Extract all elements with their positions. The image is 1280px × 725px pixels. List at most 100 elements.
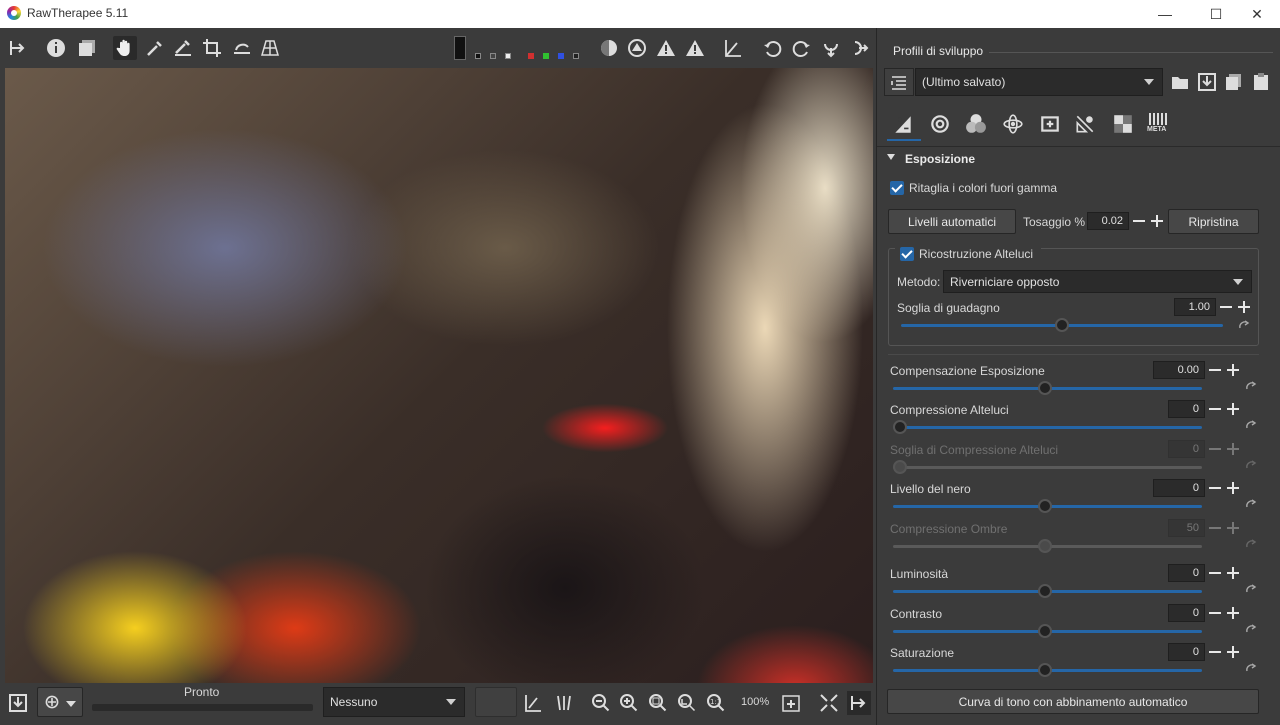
info-icon[interactable] [44, 36, 68, 60]
straighten-icon[interactable] [230, 36, 254, 60]
auto-levels-button[interactable]: Livelli automatici [888, 209, 1016, 234]
tab-color[interactable] [960, 110, 992, 138]
plus-icon[interactable] [1149, 212, 1165, 230]
profile-mode-icon[interactable] [884, 68, 914, 96]
rotate-right-icon[interactable] [789, 36, 813, 60]
luminance-icon[interactable] [573, 53, 579, 59]
load-profile-icon[interactable] [1168, 70, 1192, 94]
copy-profile-icon[interactable] [1222, 70, 1246, 94]
reset-icon[interactable] [1245, 381, 1257, 391]
slider-spinner[interactable]: 50 [1168, 519, 1241, 537]
channel-r-icon[interactable] [528, 53, 534, 59]
focus-mask-icon[interactable] [597, 36, 621, 60]
slider-spinner[interactable]: 0 [1168, 604, 1241, 622]
minus-icon[interactable] [1207, 400, 1223, 418]
hl-recon-checkbox[interactable] [900, 247, 914, 261]
reset-icon[interactable] [1245, 624, 1257, 634]
bg-white-swatch[interactable] [505, 53, 511, 59]
reset-icon[interactable] [1245, 663, 1257, 673]
reset-icon[interactable] [1245, 420, 1257, 430]
reset-icon[interactable] [1245, 499, 1257, 509]
plus-icon[interactable] [1236, 298, 1252, 316]
flip-horizontal-icon[interactable] [847, 36, 871, 60]
minus-icon[interactable] [1207, 643, 1223, 661]
slider-knob[interactable] [893, 420, 907, 434]
slider-value[interactable]: 50 [1168, 519, 1205, 537]
zoom-fit-icon[interactable] [646, 691, 670, 715]
color-picker-icon[interactable] [143, 36, 167, 60]
plus-icon[interactable] [1225, 400, 1241, 418]
slider-spinner[interactable]: 0 [1153, 479, 1241, 497]
slider-spinner[interactable]: 0 [1168, 440, 1241, 458]
save-profile-icon[interactable] [1195, 70, 1219, 94]
maximize-button[interactable]: ☐ [1193, 0, 1239, 28]
image-preview[interactable] [5, 68, 873, 704]
plus-icon[interactable] [1225, 564, 1241, 582]
warning-clip-icon[interactable] [683, 36, 707, 60]
minus-icon[interactable] [1207, 440, 1223, 458]
lock-preview-icon[interactable] [521, 691, 545, 715]
save-icon[interactable] [6, 691, 30, 715]
plus-icon[interactable] [1225, 479, 1241, 497]
reset-icon[interactable] [1245, 539, 1257, 549]
minus-icon[interactable] [1207, 604, 1223, 622]
plus-icon[interactable] [1225, 519, 1241, 537]
reset-icon[interactable] [1245, 584, 1257, 594]
zoom-100-icon[interactable]: 1:1 [704, 691, 728, 715]
slider-spinner[interactable]: 0 [1168, 400, 1241, 418]
channel-g-icon[interactable] [543, 53, 549, 59]
queue-button[interactable] [37, 687, 83, 717]
paste-profile-icon[interactable] [1249, 70, 1273, 94]
bg-black-swatch[interactable] [475, 53, 481, 59]
slider-value[interactable]: 0.00 [1153, 361, 1205, 379]
send-to-editor-button[interactable] [475, 687, 517, 717]
shadow-clip-icon[interactable] [625, 36, 649, 60]
tone-curve-auto-button[interactable]: Curva di tono con abbinamento automatico [887, 689, 1259, 714]
highlight-clip-icon[interactable] [654, 36, 678, 60]
minus-icon[interactable] [1131, 212, 1147, 230]
slider-value[interactable]: 0 [1168, 400, 1205, 418]
white-balance-picker-icon[interactable] [171, 36, 195, 60]
tab-raw[interactable] [1069, 110, 1101, 138]
minus-icon[interactable] [1207, 564, 1223, 582]
before-after-icon[interactable] [75, 36, 99, 60]
gain-threshold-value[interactable]: 1.00 [1174, 298, 1216, 316]
slider-track[interactable] [893, 466, 1202, 469]
clip-value[interactable]: 0.02 [1087, 212, 1129, 230]
slider-track[interactable] [893, 426, 1202, 429]
tab-advanced[interactable] [997, 110, 1029, 138]
profile-select[interactable]: (Ultimo salvato) [915, 68, 1163, 96]
channel-b-icon[interactable] [558, 53, 564, 59]
reset-icon[interactable] [1245, 460, 1257, 470]
slider-value[interactable]: 0 [1168, 643, 1205, 661]
zoom-fit-crop-icon[interactable] [675, 691, 699, 715]
tab-local-adjustments[interactable] [1107, 110, 1139, 138]
output-profile-select[interactable]: Nessuno [323, 687, 465, 717]
slider-knob[interactable] [893, 460, 907, 474]
slider-knob[interactable] [1037, 381, 1052, 395]
preview-background-toggle[interactable] [454, 36, 466, 60]
clip-gamut-checkbox[interactable] [890, 181, 904, 195]
fullscreen-icon[interactable] [817, 691, 841, 715]
tab-transform[interactable] [1034, 110, 1066, 138]
gain-threshold-spinner[interactable]: 1.00 [1174, 298, 1252, 316]
minimize-button[interactable]: — [1142, 0, 1188, 28]
slider-spinner[interactable]: 0 [1168, 564, 1241, 582]
zoom-in-icon[interactable] [617, 691, 641, 715]
method-select[interactable]: Riverniciare opposto [943, 270, 1252, 293]
slider-value[interactable]: 0 [1168, 604, 1205, 622]
slider-spinner[interactable]: 0.00 [1153, 361, 1241, 379]
panel-toggle-icon[interactable] [847, 691, 871, 715]
plus-icon[interactable] [1225, 361, 1241, 379]
slider-value[interactable]: 0 [1168, 564, 1205, 582]
minus-icon[interactable] [1207, 479, 1223, 497]
slider-value[interactable]: 0 [1168, 440, 1205, 458]
plus-icon[interactable] [1225, 440, 1241, 458]
tab-exposure[interactable] [887, 110, 919, 138]
slider-value[interactable]: 0 [1153, 479, 1205, 497]
bg-gray-swatch[interactable] [490, 53, 496, 59]
tab-metadata[interactable]: META [1143, 110, 1175, 138]
collapse-triangle-icon[interactable] [887, 154, 895, 160]
slider-knob[interactable] [1037, 663, 1052, 677]
new-detail-window-icon[interactable] [779, 691, 803, 715]
